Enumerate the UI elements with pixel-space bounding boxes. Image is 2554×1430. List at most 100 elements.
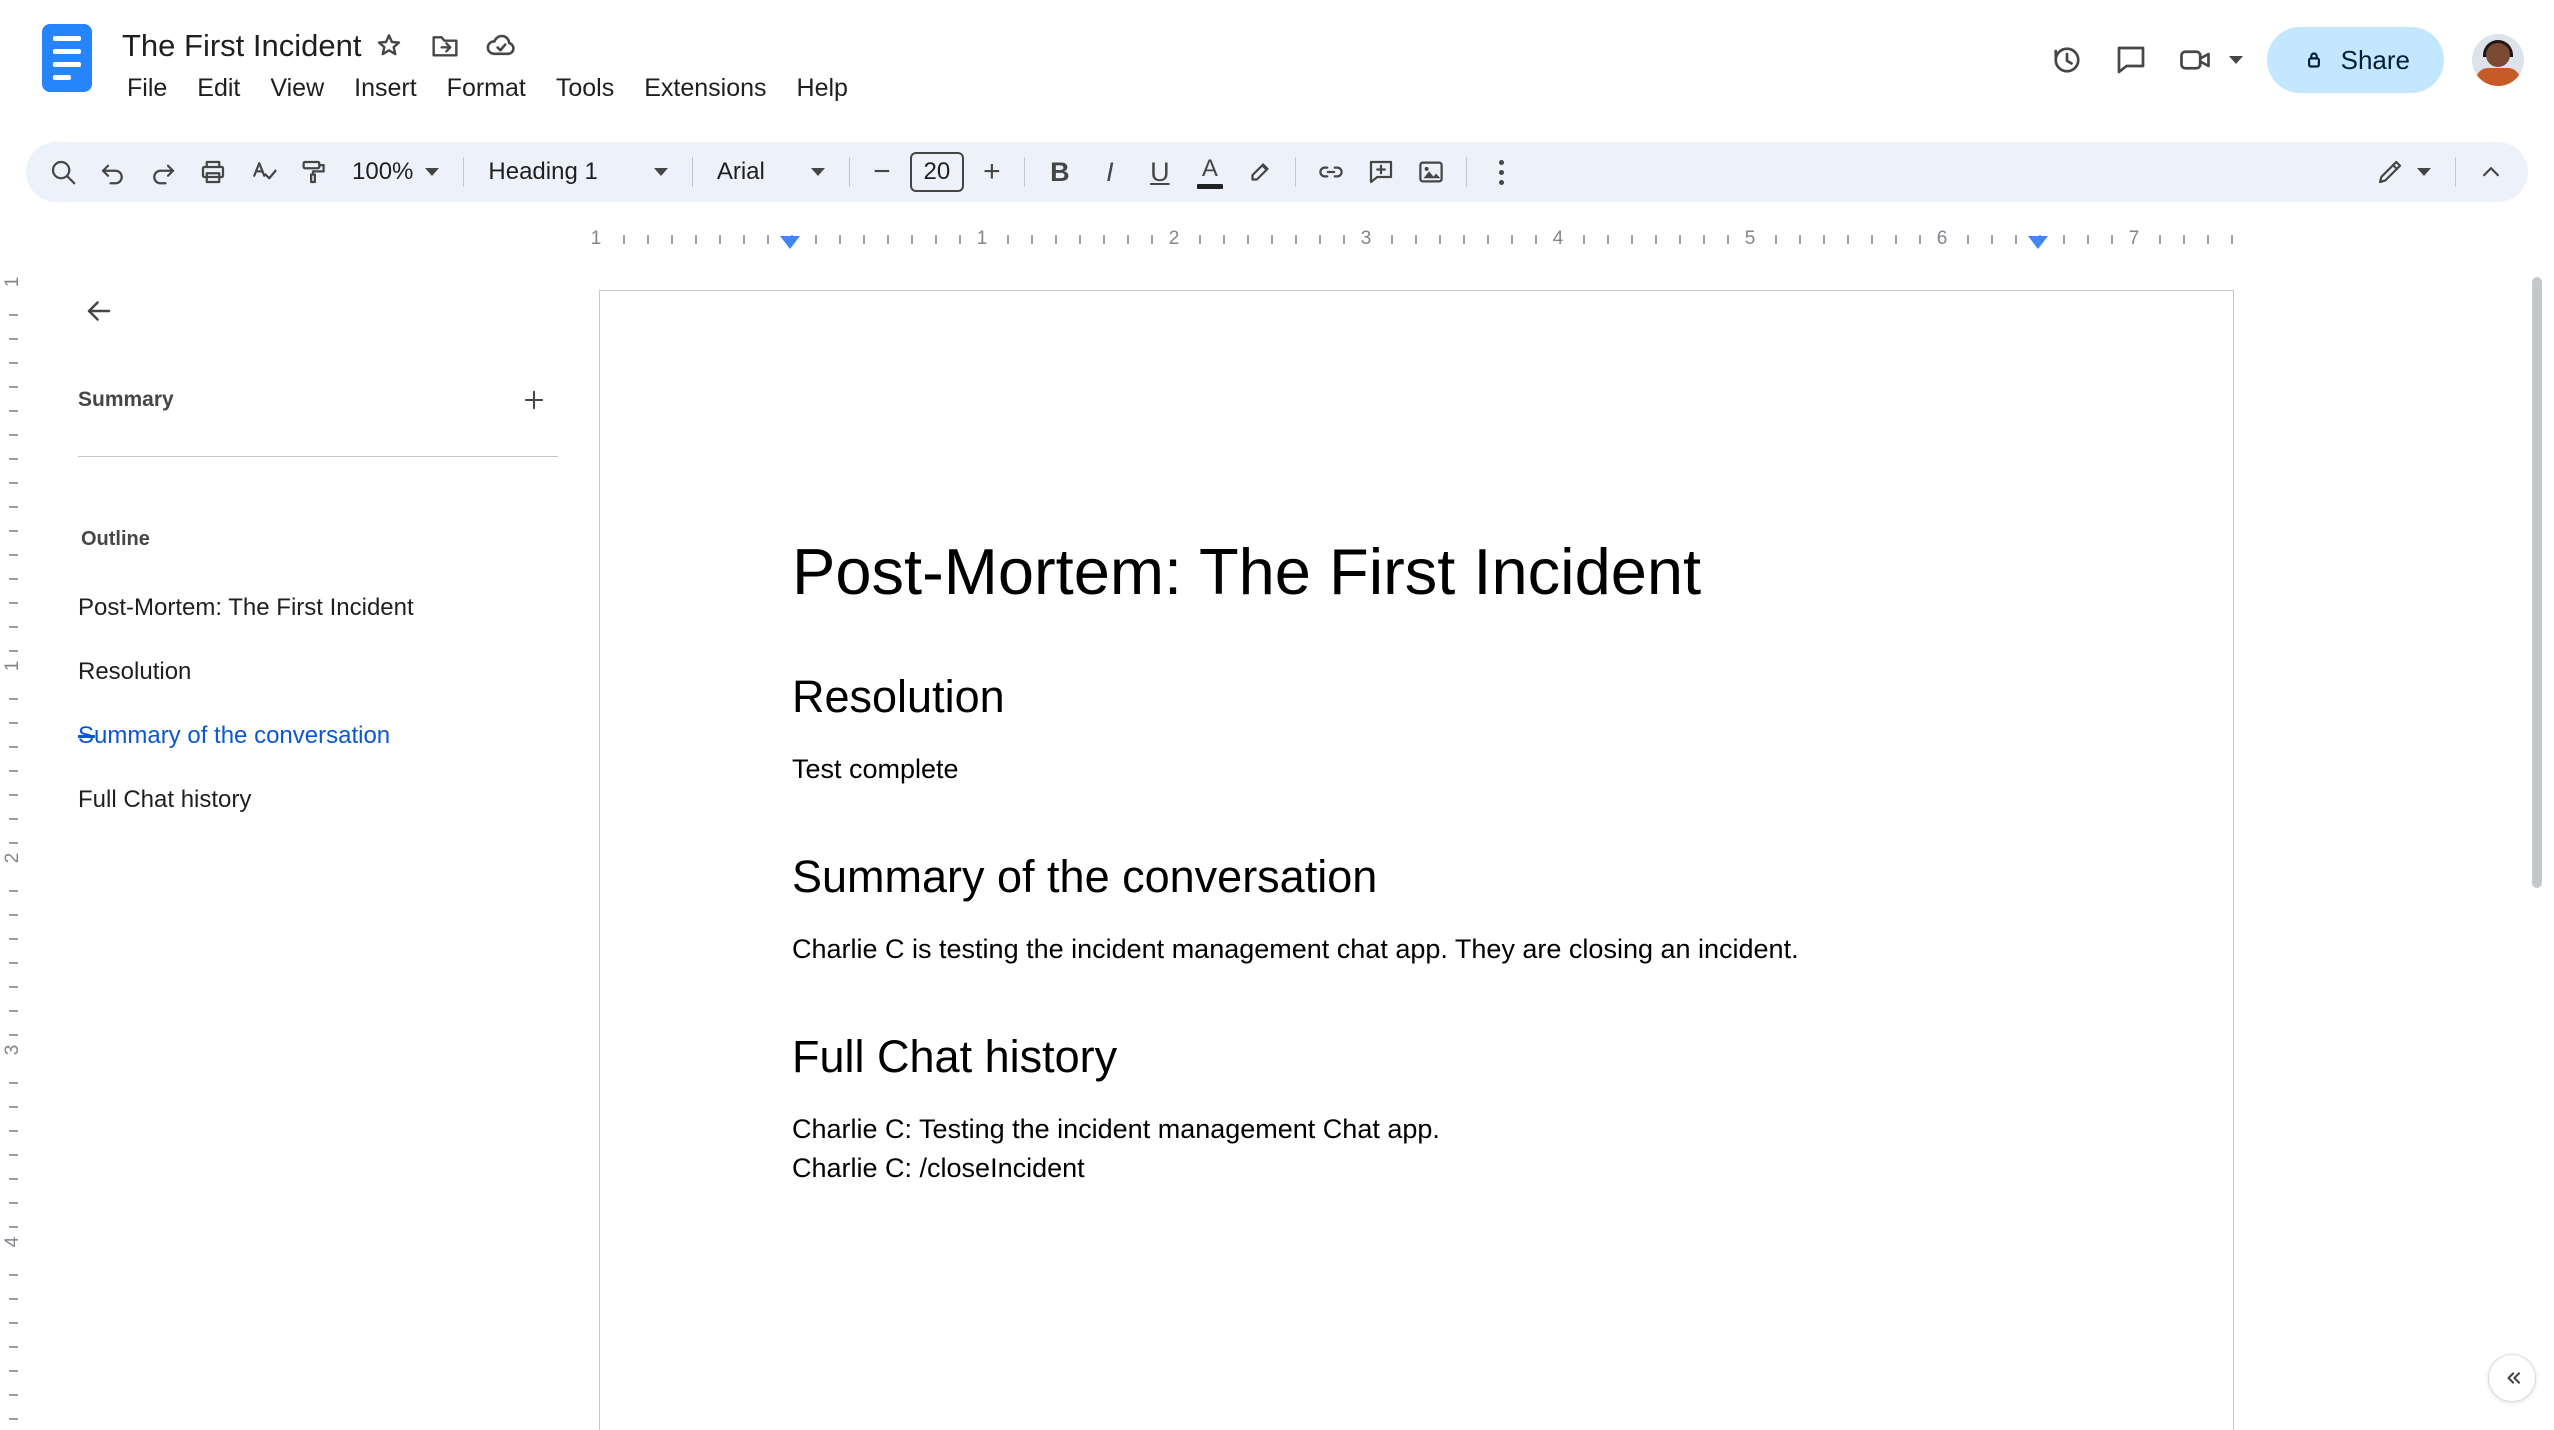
outline-item-summary-of-the-conversation[interactable]: Summary of the conversation [78, 716, 568, 756]
toolbar-divider [2455, 157, 2456, 187]
menu-insert[interactable]: Insert [339, 66, 432, 111]
zoom-value: 100% [352, 158, 414, 185]
move-folder-button[interactable] [417, 22, 473, 70]
doc-paragraph[interactable]: Charlie C: Testing the incident manageme… [792, 1110, 2053, 1149]
doc-heading-resolution[interactable]: Resolution [792, 671, 2053, 723]
video-call-button[interactable] [2163, 28, 2227, 92]
ruler-number: 3 [1352, 225, 1380, 252]
vertical-scrollbar[interactable] [2532, 277, 2542, 888]
comments-button[interactable] [2099, 28, 2163, 92]
document-page: Post-Mortem: The First Incident Resoluti… [599, 290, 2234, 1430]
ruler-number: 1 [968, 225, 996, 252]
menu-extensions[interactable]: Extensions [629, 66, 781, 111]
paint-format-button[interactable] [288, 147, 338, 197]
summary-section: Summary [78, 376, 558, 424]
chevron-down-icon [2417, 168, 2431, 176]
logo-line [53, 49, 81, 54]
redo-button[interactable] [138, 147, 188, 197]
outline-item-full-chat-history[interactable]: Full Chat history [78, 780, 568, 820]
document-status-button[interactable] [473, 22, 529, 70]
star-button[interactable] [361, 22, 417, 70]
document-content: Post-Mortem: The First Incident Resoluti… [600, 291, 2233, 1188]
ruler-number: 6 [1928, 225, 1956, 252]
ruler-ticks [599, 235, 2234, 244]
decrease-font-size-button[interactable]: − [860, 150, 904, 194]
double-chevron-left-icon [2507, 1372, 2521, 1384]
version-history-button[interactable] [2035, 28, 2099, 92]
video-call-caret[interactable] [2228, 56, 2243, 64]
zoom-select[interactable]: 100% [338, 150, 453, 194]
more-dots-icon [1499, 159, 1505, 185]
text-color-icon: A [1196, 155, 1223, 189]
comment-plus-icon [1369, 160, 1392, 184]
increase-font-size-button[interactable]: + [970, 150, 1014, 194]
doc-paragraph[interactable]: Charlie C: /closeIncident [792, 1149, 2053, 1188]
sidebar-divider [78, 456, 558, 457]
add-summary-button[interactable] [510, 376, 558, 424]
toolbar-divider [463, 157, 465, 187]
insert-link-button[interactable] [1306, 147, 1356, 197]
insert-image-button[interactable] [1406, 147, 1456, 197]
doc-heading-1[interactable]: Post-Mortem: The First Incident [792, 534, 2053, 609]
star-icon [378, 34, 401, 56]
account-avatar[interactable] [2472, 34, 2524, 86]
document-title[interactable]: The First Incident [122, 28, 361, 64]
undo-button[interactable] [88, 147, 138, 197]
font-size-input[interactable]: 20 [909, 152, 964, 192]
link-icon [1319, 166, 1343, 178]
cloud-saved-icon [487, 34, 516, 56]
doc-paragraph[interactable]: Charlie C is testing the incident manage… [792, 930, 2053, 969]
close-outline-button[interactable] [70, 282, 128, 340]
italic-button[interactable]: I [1085, 147, 1135, 197]
text-color-button[interactable]: A [1185, 147, 1235, 197]
open-side-panel-button[interactable] [2488, 1354, 2536, 1402]
menubar: File Edit View Insert Format Tools Exten… [112, 66, 863, 111]
document-outline: Post-Mortem: The First Incident Resoluti… [78, 588, 568, 820]
paragraph-style-value: Heading 1 [488, 158, 598, 185]
menu-help[interactable]: Help [782, 66, 863, 111]
doc-heading-summary[interactable]: Summary of the conversation [792, 851, 2053, 903]
docs-logo-icon[interactable] [42, 24, 92, 92]
folder-move-icon [432, 36, 459, 57]
search-menus-button[interactable] [38, 147, 88, 197]
redo-icon [153, 164, 175, 185]
menu-edit[interactable]: Edit [182, 66, 255, 111]
summary-label: Summary [78, 388, 174, 411]
right-indent-marker[interactable] [2028, 236, 2048, 249]
printer-icon [201, 160, 225, 184]
highlight-color-button[interactable] [1235, 147, 1285, 197]
doc-paragraph[interactable]: Test complete [792, 750, 2053, 789]
ruler-number: 3 [0, 1037, 26, 1063]
share-button[interactable]: Share [2266, 27, 2444, 93]
more-options-button[interactable] [1477, 147, 1527, 197]
outline-item-post-mortem[interactable]: Post-Mortem: The First Incident [78, 588, 568, 628]
hide-menus-button[interactable] [2466, 147, 2516, 197]
outline-item-resolution[interactable]: Resolution [78, 652, 568, 692]
menu-tools[interactable]: Tools [541, 66, 629, 111]
menu-file[interactable]: File [112, 66, 182, 111]
back-arrow-icon [87, 301, 111, 321]
left-indent-marker[interactable] [780, 236, 800, 249]
underline-button[interactable]: U [1135, 147, 1185, 197]
menu-view[interactable]: View [255, 66, 339, 111]
menu-format[interactable]: Format [432, 66, 541, 111]
search-icon [51, 160, 76, 185]
ruler-number: 2 [0, 845, 26, 871]
paint-roller-icon [302, 160, 325, 184]
doc-heading-full-chat-history[interactable]: Full Chat history [792, 1031, 2053, 1083]
font-select[interactable]: Arial [703, 150, 839, 194]
editing-mode-select[interactable] [2361, 150, 2445, 194]
video-camera-icon [2179, 50, 2210, 70]
app-header: The First Incident File Edit View Insert… [0, 0, 2554, 124]
add-comment-button[interactable] [1356, 147, 1406, 197]
highlighter-icon [1251, 163, 1269, 181]
ruler-number: 2 [1160, 225, 1188, 252]
print-button[interactable] [188, 147, 238, 197]
bold-button[interactable]: B [1035, 147, 1085, 197]
paragraph-style-select[interactable]: Heading 1 [474, 150, 681, 194]
ruler-number: 5 [1736, 225, 1764, 252]
horizontal-ruler: 1 1 2 3 4 5 6 7 [582, 224, 2234, 254]
ruler-number: 1 [582, 225, 610, 252]
spelling-check-button[interactable] [238, 147, 288, 197]
bold-icon: B [1050, 156, 1070, 187]
